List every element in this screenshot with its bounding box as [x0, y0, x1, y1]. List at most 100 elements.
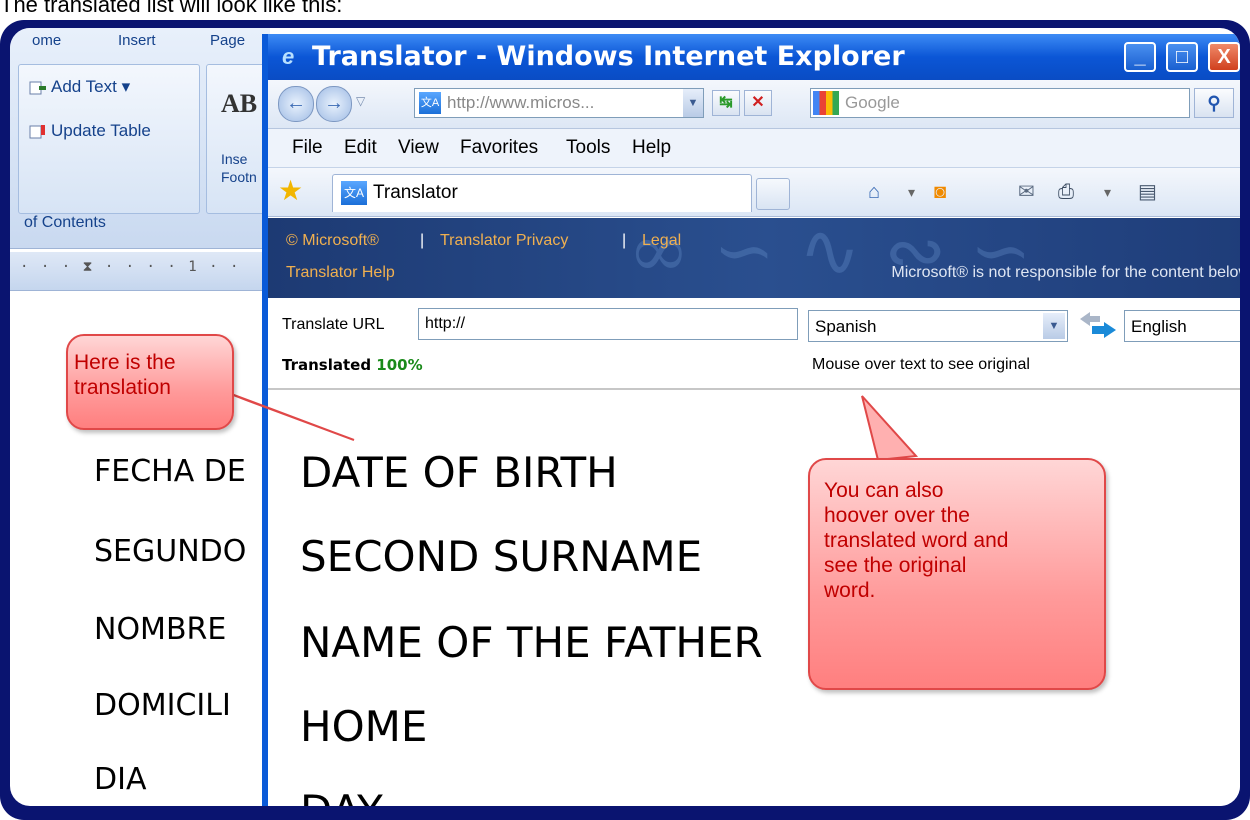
tab-bar: ★ 文A Translator ⌂ ▾ ◙ ✉ ⎙ ▾ ▤	[268, 168, 1240, 217]
back-button[interactable]: ←	[278, 86, 314, 122]
to-language-value: English	[1131, 317, 1187, 336]
footnote-label-1: Inse	[221, 151, 248, 167]
banner-separator-2: |	[622, 232, 627, 249]
google-icon	[813, 91, 839, 115]
maximize-button[interactable]: □	[1166, 42, 1198, 72]
content-second-surname[interactable]: SECOND SURNAME	[300, 532, 702, 581]
search-button[interactable]: ⚲	[1194, 88, 1234, 118]
toc-group-label: of Contents	[24, 214, 106, 231]
stop-icon: ✕	[751, 94, 765, 111]
print-dropdown-icon[interactable]: ▾	[1104, 180, 1111, 204]
to-language-select[interactable]: English	[1124, 310, 1240, 342]
translator-banner: ∞ ∽ ∿ ∾ ∽ © Microsoft® | Translator Priv…	[268, 218, 1240, 298]
hover-callout-line-2: hoover over the	[824, 504, 970, 527]
from-language-value: Spanish	[815, 317, 877, 336]
word-tab-page[interactable]: Page	[210, 32, 245, 49]
title-bar[interactable]: e Translator - Windows Internet Explorer…	[268, 34, 1240, 80]
refresh-icon: ↹	[719, 94, 733, 111]
close-icon: X	[1217, 46, 1231, 68]
ie-logo-icon: e	[282, 44, 295, 69]
address-text: http://www.micros...	[447, 93, 595, 112]
update-table-icon	[29, 124, 47, 140]
banner-decoration: ∞ ∽ ∿ ∾ ∽	[628, 218, 1032, 294]
content-day[interactable]: DAY	[300, 786, 383, 806]
ruler[interactable]: · · · ⧗ · · · · 1 · ·	[10, 252, 270, 291]
translation-status: Translated 100%	[282, 356, 423, 374]
update-table-button[interactable]: Update Table	[29, 121, 151, 141]
insert-footnote-icon[interactable]: AB	[221, 89, 257, 119]
address-field[interactable]: 文A http://www.micros... ▼	[414, 88, 704, 118]
translated-label: Translated	[282, 356, 372, 374]
favorites-star-icon[interactable]: ★	[278, 176, 303, 206]
close-button[interactable]: X	[1208, 42, 1240, 72]
menu-help[interactable]: Help	[632, 137, 671, 159]
content-date-of-birth[interactable]: DATE OF BIRTH	[300, 448, 618, 497]
hover-callout-line-4: see the original	[824, 554, 967, 577]
privacy-link[interactable]: Translator Privacy	[440, 232, 568, 250]
ie-window: e Translator - Windows Internet Explorer…	[262, 34, 1240, 806]
from-dropdown-icon: ▼	[1043, 313, 1065, 339]
content-home[interactable]: HOME	[300, 702, 427, 751]
banner-separator-1: |	[420, 232, 425, 249]
hover-hint: Mouse over text to see original	[812, 356, 1030, 373]
address-dropdown-icon[interactable]: ▼	[683, 89, 703, 117]
menu-view[interactable]: View	[398, 137, 439, 159]
refresh-button[interactable]: ↹	[712, 90, 740, 116]
minimize-icon: _	[1134, 46, 1146, 68]
address-bar: ← → ▽ 文A http://www.micros... ▼ ↹ ✕ Goog…	[268, 80, 1240, 129]
tab-translator[interactable]: 文A Translator	[332, 174, 752, 212]
microsoft-link[interactable]: © Microsoft®	[286, 232, 379, 250]
search-field[interactable]: Google	[810, 88, 1190, 118]
caption: The translated list will look like this:	[0, 0, 343, 17]
menu-file[interactable]: File	[292, 137, 323, 159]
translated-percent: 100%	[376, 356, 423, 374]
toc-group: Add Text ▾ Update Table	[18, 64, 200, 214]
word-tab-insert[interactable]: Insert	[118, 32, 156, 49]
translation-callout-line-1: Here is the	[74, 351, 176, 374]
screenshot-inner: ome Insert Page Add Text ▾ Update Table …	[10, 28, 1240, 806]
search-icon: ⚲	[1207, 93, 1221, 113]
window-title: Translator - Windows Internet Explorer	[312, 41, 905, 72]
menu-tools[interactable]: Tools	[566, 137, 610, 159]
home-dropdown-icon[interactable]: ▾	[908, 180, 915, 204]
help-link[interactable]: Translator Help	[286, 264, 395, 282]
doc-item-nombre: NOMBRE	[94, 612, 227, 647]
forward-button[interactable]: →	[316, 86, 352, 122]
doc-item-fecha: FECHA DE	[94, 454, 246, 489]
translate-url-input[interactable]	[418, 308, 798, 340]
doc-item-domicilio: DOMICILI	[94, 688, 231, 723]
search-placeholder: Google	[845, 93, 900, 112]
update-table-label: Update Table	[51, 121, 151, 140]
translate-controls: Translate URL Spanish ▼ English Translat…	[268, 298, 1240, 390]
doc-item-segundo: SEGUNDO	[94, 534, 247, 569]
maximize-icon: □	[1175, 46, 1189, 68]
swap-languages-icon[interactable]	[1078, 310, 1118, 340]
translate-url-label: Translate URL	[282, 316, 385, 333]
menu-edit[interactable]: Edit	[344, 137, 377, 159]
word-ribbon: ome Insert Page Add Text ▾ Update Table …	[10, 28, 270, 249]
translator-tab-icon: 文A	[341, 181, 367, 205]
hover-callout: You can also hoover over the translated …	[808, 458, 1106, 690]
print-icon[interactable]: ⎙	[1058, 180, 1074, 204]
doc-item-dia: DIA	[94, 762, 147, 797]
from-language-select[interactable]: Spanish ▼	[808, 310, 1068, 342]
minimize-button[interactable]: _	[1124, 42, 1156, 72]
legal-link[interactable]: Legal	[642, 232, 681, 250]
new-tab-button[interactable]	[756, 178, 790, 210]
home-icon[interactable]: ⌂	[868, 180, 880, 204]
translator-page-icon: 文A	[419, 92, 441, 114]
translation-callout-line-2: translation	[74, 376, 171, 399]
mail-icon[interactable]: ✉	[1018, 180, 1035, 204]
add-text-button[interactable]: Add Text ▾	[29, 77, 130, 97]
add-text-label: Add Text ▾	[51, 77, 131, 96]
feeds-icon[interactable]: ◙	[934, 180, 946, 204]
forward-arrow-icon: →	[324, 92, 344, 114]
content-name-of-father[interactable]: NAME OF THE FATHER	[300, 618, 763, 667]
ruler-ticks: · · · ⧗ · · · · 1 · ·	[20, 259, 241, 275]
stop-button[interactable]: ✕	[744, 90, 772, 116]
page-icon[interactable]: ▤	[1138, 180, 1157, 204]
word-tab-home[interactable]: ome	[32, 32, 61, 49]
menu-favorites[interactable]: Favorites	[460, 137, 538, 159]
history-dropdown-icon[interactable]: ▽	[356, 94, 365, 108]
footnote-group: AB Inse Footn	[206, 64, 270, 214]
